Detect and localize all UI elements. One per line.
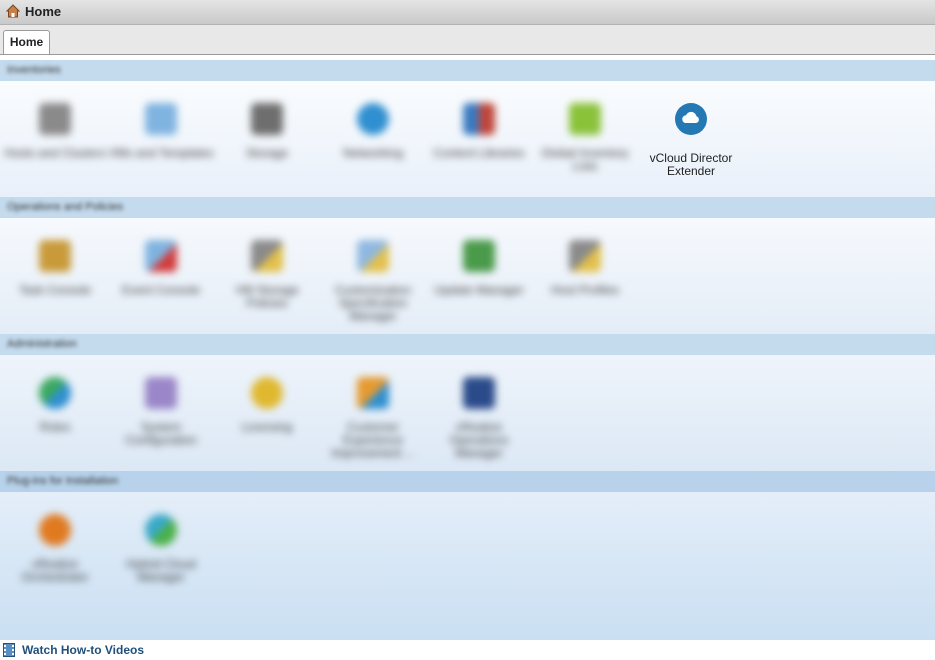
section-title: Operations and Policies <box>7 201 124 213</box>
home-item-label: VM Storage Policies <box>235 283 299 310</box>
vms-templates-icon <box>145 103 177 135</box>
roles-icon <box>39 377 71 409</box>
update-manager-icon <box>463 240 495 272</box>
home-item-label: Content Libraries <box>433 146 525 160</box>
home-item-label: Roles <box>39 420 71 434</box>
home-item-label: System Configuration <box>125 420 197 447</box>
home-item-label: Update Manager <box>434 283 524 297</box>
section-header: Plug-ins for Installation <box>0 471 935 492</box>
home-item-label: vRealize Orchestrator <box>21 557 89 584</box>
home-item[interactable]: Customization Specification Manager <box>320 240 426 323</box>
home-item[interactable]: Event Console <box>108 240 214 297</box>
section-title: Inventories <box>7 64 61 76</box>
home-item-label: Customer Experience Improvement ... <box>331 420 415 460</box>
home-item[interactable]: Licensing <box>214 377 320 434</box>
home-item-label: Global Inventory Lists <box>541 146 629 173</box>
system-configuration-icon <box>145 377 177 409</box>
home-item-label: vRealize Operations Manager <box>449 420 509 460</box>
home-item-label: Task Console <box>18 283 92 297</box>
networking-icon <box>357 103 389 135</box>
licensing-icon <box>251 377 283 409</box>
home-item-label: vCloud Director Extender <box>649 151 733 178</box>
tab-strip: Home <box>0 25 935 55</box>
section-body: Task Console Event Console VM Storage Po… <box>0 218 935 334</box>
blurred-region: Task Console Event Console VM Storage Po… <box>0 218 634 334</box>
home-item[interactable]: VMs and Templates <box>108 103 214 160</box>
title-bar: Home <box>0 0 935 25</box>
window-title: Home <box>25 4 62 19</box>
video-icon <box>3 643 15 657</box>
footer: Watch How-to Videos <box>0 640 935 660</box>
global-inventory-icon <box>569 103 601 135</box>
home-item-label: Customization Specification Manager <box>334 283 412 323</box>
home-item-label: Hosts and Clusters <box>4 146 106 160</box>
ceip-icon <box>357 377 389 409</box>
section-header: Inventories <box>0 60 935 81</box>
section-body: Hosts and Clusters VMs and Templates Sto… <box>0 81 935 197</box>
task-console-icon <box>39 240 71 272</box>
home-item-vcloud[interactable]: vCloud Director Extender <box>638 103 744 178</box>
vm-storage-policies-icon <box>251 240 283 272</box>
home-item[interactable]: Networking <box>320 103 426 160</box>
home-item-label: Licensing <box>241 420 293 434</box>
home-item[interactable]: VM Storage Policies <box>214 240 320 310</box>
section-administration: Administration Roles System Configuratio… <box>0 334 935 471</box>
hcm-icon <box>145 514 177 546</box>
host-profiles-icon <box>569 240 601 272</box>
tab-home[interactable]: Home <box>3 30 50 54</box>
section-title: Administration <box>7 338 77 350</box>
home-item-label: Host Profiles <box>550 283 620 297</box>
home-item[interactable]: Content Libraries <box>426 103 532 160</box>
section-plugins: Plug-ins for Installation vRealize Orche… <box>0 471 935 640</box>
home-item[interactable]: Task Console <box>2 240 108 297</box>
home-item[interactable]: Storage <box>214 103 320 160</box>
event-console-icon <box>145 240 177 272</box>
home-item-label: Networking <box>342 146 404 160</box>
home-item[interactable]: Update Manager <box>426 240 532 297</box>
watch-videos-link[interactable]: Watch How-to Videos <box>22 643 144 657</box>
home-item[interactable]: Host Profiles <box>532 240 638 297</box>
section-header: Administration <box>0 334 935 355</box>
home-item[interactable]: vRealize Operations Manager <box>426 377 532 460</box>
section-title: Plug-ins for Installation <box>7 475 119 487</box>
home-item[interactable]: Hybrid Cloud Manager <box>108 514 214 584</box>
section-body: vRealize Orchestrator Hybrid Cloud Manag… <box>0 492 935 640</box>
vro-icon <box>39 514 71 546</box>
home-item-label: Event Console <box>121 283 201 297</box>
section-body: Roles System Configuration Licensing Cus… <box>0 355 935 471</box>
home-item[interactable]: vRealize Orchestrator <box>2 514 108 584</box>
home-item[interactable]: System Configuration <box>108 377 214 447</box>
home-item[interactable]: Hosts and Clusters <box>2 103 108 160</box>
home-item-label: VMs and Templates <box>108 146 214 160</box>
section-header: Operations and Policies <box>0 197 935 218</box>
blurred-region: Roles System Configuration Licensing Cus… <box>0 355 634 471</box>
hosts-clusters-icon <box>39 103 71 135</box>
storage-icon <box>251 103 283 135</box>
blurred-region: vRealize Orchestrator Hybrid Cloud Manag… <box>0 492 634 640</box>
home-content: Inventories Hosts and Clusters VMs and T… <box>0 55 935 640</box>
vrops-icon <box>463 377 495 409</box>
home-icon <box>6 4 20 18</box>
home-item[interactable]: Customer Experience Improvement ... <box>320 377 426 460</box>
home-item-label: Hybrid Cloud Manager <box>126 557 196 584</box>
section-operations: Operations and Policies Task Console Eve… <box>0 197 935 334</box>
home-item-label: Storage <box>245 146 289 160</box>
cloud-icon <box>675 103 707 135</box>
section-inventories: Inventories Hosts and Clusters VMs and T… <box>0 60 935 197</box>
content-libraries-icon <box>463 103 495 135</box>
blurred-region: Hosts and Clusters VMs and Templates Sto… <box>0 81 634 197</box>
home-item[interactable]: Global Inventory Lists <box>532 103 638 173</box>
home-item[interactable]: Roles <box>2 377 108 434</box>
customization-spec-icon <box>357 240 389 272</box>
